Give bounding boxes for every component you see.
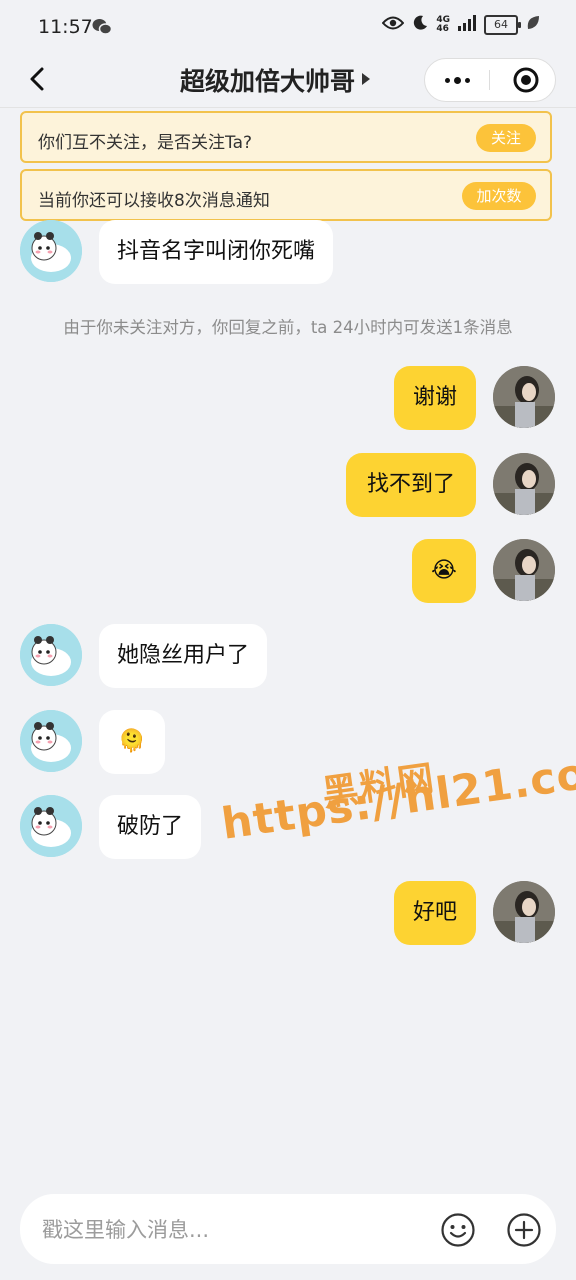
- more-button[interactable]: [439, 69, 475, 91]
- add-count-button[interactable]: 加次数: [462, 182, 536, 210]
- message-bubble-incoming[interactable]: 抖音名字叫闭你死嘴: [99, 220, 334, 284]
- more-actions-button[interactable]: [506, 1212, 542, 1248]
- chat-title-button[interactable]: 超级加倍大帅哥: [180, 62, 371, 98]
- notify-banner: 当前你还可以接收8次消息通知 加次数: [20, 169, 552, 221]
- panda-avatar-icon: [20, 624, 82, 686]
- message-bubble-incoming[interactable]: 她隐丝用户了: [99, 624, 268, 688]
- nav-divider: [0, 107, 576, 108]
- message-bubble-outgoing[interactable]: 找不到了: [346, 453, 476, 517]
- more-dot-icon: [464, 77, 470, 83]
- miniprogram-capsule: [424, 58, 556, 102]
- caret-right-icon: [361, 71, 371, 90]
- notify-banner-text: 当前你还可以接收8次消息通知: [38, 191, 270, 211]
- crying-emoji-icon: 😭: [431, 558, 457, 583]
- follow-banner-text: 你们互不关注，是否关注Ta?: [38, 133, 253, 153]
- message-input[interactable]: [40, 1212, 424, 1248]
- network-bottom-label: 46: [436, 24, 449, 34]
- message-bubble-outgoing-emoji[interactable]: 😭: [412, 539, 476, 603]
- status-bar: 11:57 4G 46 64: [0, 0, 576, 56]
- capsule-divider: [489, 70, 490, 90]
- message-bubble-incoming-emoji[interactable]: 🫠: [99, 710, 165, 774]
- page-title: 超级加倍大帅哥: [180, 67, 356, 96]
- user-photo-icon: [493, 366, 555, 428]
- message-bubble-outgoing[interactable]: 好吧: [394, 881, 476, 945]
- wechat-icon: [92, 18, 113, 40]
- moon-icon: [412, 15, 428, 35]
- melting-emoji-icon: 🫠: [118, 729, 146, 754]
- contact-avatar[interactable]: [20, 710, 82, 772]
- user-photo-icon: [493, 539, 555, 601]
- network-type: 4G 46: [436, 16, 450, 34]
- close-miniprogram-button[interactable]: [513, 67, 539, 93]
- battery-icon: 64: [484, 15, 521, 35]
- more-dot-icon: [453, 76, 461, 84]
- signal-icon: [458, 15, 476, 35]
- contact-avatar[interactable]: [20, 624, 82, 686]
- nav-bar: 超级加倍大帅哥: [0, 56, 576, 106]
- my-avatar[interactable]: [493, 453, 555, 515]
- user-photo-icon: [493, 881, 555, 943]
- follow-button[interactable]: 关注: [476, 124, 536, 152]
- leaf-icon: [526, 15, 540, 35]
- message-bubble-outgoing[interactable]: 谢谢: [394, 366, 476, 430]
- target-icon: [513, 67, 539, 93]
- my-avatar[interactable]: [493, 366, 555, 428]
- user-photo-icon: [493, 453, 555, 515]
- my-avatar[interactable]: [493, 539, 555, 601]
- panda-avatar-icon: [20, 220, 82, 282]
- more-dot-icon: [444, 77, 450, 83]
- panda-avatar-icon: [20, 795, 82, 857]
- smiley-icon: [441, 1213, 475, 1247]
- back-arrow-icon: [30, 67, 44, 91]
- contact-avatar[interactable]: [20, 795, 82, 857]
- emoji-button[interactable]: [440, 1212, 476, 1248]
- contact-avatar[interactable]: [20, 220, 82, 282]
- back-button[interactable]: [24, 65, 52, 93]
- status-time: 11:57: [38, 16, 93, 38]
- my-avatar[interactable]: [493, 881, 555, 943]
- panda-avatar-icon: [20, 710, 82, 772]
- message-input-bar: [20, 1194, 556, 1264]
- message-bubble-incoming[interactable]: 破防了: [99, 795, 202, 859]
- system-notice: 由于你未关注对方，你回复之前，ta 24小时内可发送1条消息: [63, 318, 513, 337]
- plus-circle-icon: [507, 1213, 541, 1247]
- eye-icon: [381, 15, 405, 35]
- status-icons: 4G 46 64: [381, 15, 540, 35]
- follow-banner: 你们互不关注，是否关注Ta? 关注: [20, 111, 552, 163]
